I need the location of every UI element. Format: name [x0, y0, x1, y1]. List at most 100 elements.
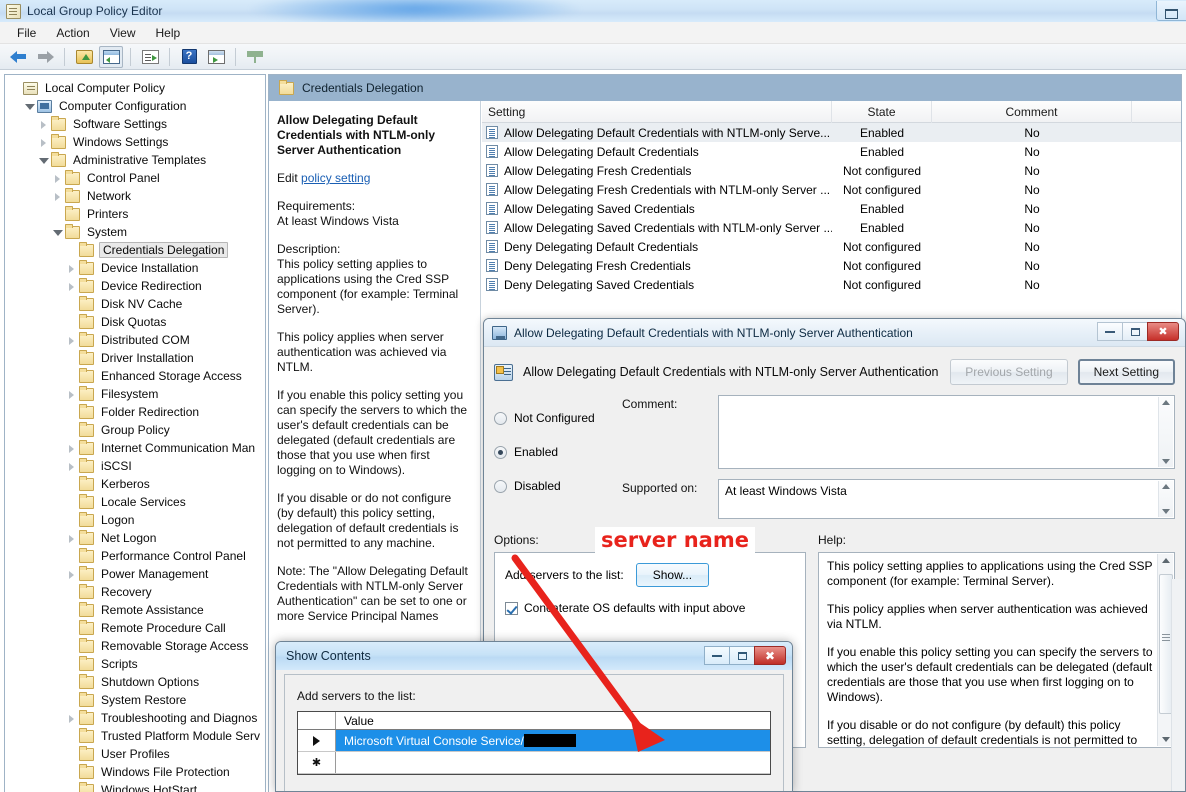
window-restore-button[interactable]	[1156, 1, 1186, 21]
menu-view[interactable]: View	[101, 24, 145, 42]
menu-file[interactable]: File	[8, 24, 45, 42]
table-row[interactable]: Allow Delegating Saved Credentials Enable…	[482, 199, 1181, 218]
minimize-button[interactable]	[1097, 322, 1123, 341]
radio-not-configured[interactable]: Not Configured	[494, 401, 622, 435]
up-folder-icon[interactable]	[72, 46, 96, 68]
tree-item-windows-file-protection[interactable]: Windows File Protection	[5, 763, 265, 781]
filter-icon[interactable]	[243, 46, 267, 68]
table-row[interactable]: Allow Delegating Default Credentials Enab…	[482, 142, 1181, 161]
tree-item-driver-installation[interactable]: Driver Installation	[5, 349, 265, 367]
tree-item-disk-nv-cache[interactable]: Disk NV Cache	[5, 295, 265, 313]
export-list-icon[interactable]	[138, 46, 162, 68]
tree-item-kerberos[interactable]: Kerberos	[5, 475, 265, 493]
tree-item-administrative-templates[interactable]: Administrative Templates	[5, 151, 265, 169]
row-selector[interactable]	[298, 730, 336, 751]
tree-item-system[interactable]: System	[5, 223, 265, 241]
edit-policy-setting-link[interactable]: policy setting	[301, 171, 370, 185]
expand-triangle-icon[interactable]	[37, 118, 50, 131]
tree-item-filesystem[interactable]: Filesystem	[5, 385, 265, 403]
new-row-input[interactable]	[336, 752, 770, 773]
expand-triangle-icon[interactable]	[65, 262, 78, 275]
table-row[interactable]: Deny Delegating Default Credentials Not c…	[482, 237, 1181, 256]
menu-action[interactable]: Action	[47, 24, 98, 42]
comment-input[interactable]	[718, 395, 1175, 469]
tree-item-software-settings[interactable]: Software Settings	[5, 115, 265, 133]
tree-item-computer-configuration[interactable]: Computer Configuration	[5, 97, 265, 115]
tree-item-trusted-platform-module-serv[interactable]: Trusted Platform Module Serv	[5, 727, 265, 745]
table-row[interactable]: Deny Delegating Fresh Credentials Not con…	[482, 256, 1181, 275]
tree-item-folder-redirection[interactable]: Folder Redirection	[5, 403, 265, 421]
tree-item-net-logon[interactable]: Net Logon	[5, 529, 265, 547]
tree-item-locale-services[interactable]: Locale Services	[5, 493, 265, 511]
column-header-value[interactable]: Value	[336, 712, 770, 729]
tree-item-scripts[interactable]: Scripts	[5, 655, 265, 673]
tree-item-internet-communication-man[interactable]: Internet Communication Man	[5, 439, 265, 457]
help-box[interactable]: This policy setting applies to applicati…	[818, 552, 1175, 748]
table-row[interactable]: Deny Delegating Saved Credentials Not con…	[482, 275, 1181, 294]
table-row[interactable]: Allow Delegating Fresh Credentials with …	[482, 180, 1181, 199]
maximize-button[interactable]	[729, 646, 755, 665]
tree-item-removable-storage-access[interactable]: Removable Storage Access	[5, 637, 265, 655]
collapse-triangle-icon[interactable]	[51, 226, 64, 239]
tree-item-windows-settings[interactable]: Windows Settings	[5, 133, 265, 151]
table-row[interactable]: Microsoft Virtual Console Service/	[298, 730, 770, 752]
tree-item-group-policy[interactable]: Group Policy	[5, 421, 265, 439]
console-tree-pane[interactable]: Local Computer Policy Computer Configurat…	[4, 74, 266, 792]
expand-triangle-icon[interactable]	[51, 190, 64, 203]
tree-item-distributed-com[interactable]: Distributed COM	[5, 331, 265, 349]
table-row[interactable]: Allow Delegating Default Credentials wit…	[482, 123, 1181, 142]
tree-item-windows-hotstart[interactable]: Windows HotStart	[5, 781, 265, 792]
menu-help[interactable]: Help	[147, 24, 190, 42]
forward-arrow-icon[interactable]	[33, 46, 57, 68]
tree-item-system-restore[interactable]: System Restore	[5, 691, 265, 709]
expand-triangle-icon[interactable]	[65, 442, 78, 455]
expand-triangle-icon[interactable]	[37, 136, 50, 149]
supported-on-scrollbar[interactable]	[1158, 481, 1173, 517]
concatenate-checkbox[interactable]	[505, 601, 518, 615]
expand-triangle-icon[interactable]	[65, 460, 78, 473]
back-arrow-icon[interactable]	[6, 46, 30, 68]
collapse-triangle-icon[interactable]	[23, 100, 36, 113]
column-header-state[interactable]: State	[832, 100, 932, 123]
maximize-button[interactable]	[1122, 322, 1148, 341]
tree-item-remote-procedure-call[interactable]: Remote Procedure Call	[5, 619, 265, 637]
tree-item-disk-quotas[interactable]: Disk Quotas	[5, 313, 265, 331]
server-value-cell[interactable]: Microsoft Virtual Console Service/	[336, 730, 770, 751]
show-button[interactable]: Show...	[635, 563, 710, 587]
close-button[interactable]: ✖	[1147, 322, 1179, 341]
tree-item-control-panel[interactable]: Control Panel	[5, 169, 265, 187]
expand-triangle-icon[interactable]	[65, 388, 78, 401]
tree-item-shutdown-options[interactable]: Shutdown Options	[5, 673, 265, 691]
tree-item-recovery[interactable]: Recovery	[5, 583, 265, 601]
expand-triangle-icon[interactable]	[65, 712, 78, 725]
tree-item-logon[interactable]: Logon	[5, 511, 265, 529]
tree-item-credentials-delegation[interactable]: Credentials Delegation	[5, 241, 265, 259]
tree-item-user-profiles[interactable]: User Profiles	[5, 745, 265, 763]
table-row[interactable]: Allow Delegating Fresh Credentials Not co…	[482, 161, 1181, 180]
tree-item-iscsi[interactable]: iSCSI	[5, 457, 265, 475]
table-row[interactable]: Allow Delegating Saved Credentials with …	[482, 218, 1181, 237]
previous-setting-button[interactable]: Previous Setting	[950, 359, 1068, 385]
radio-enabled[interactable]: Enabled	[494, 435, 622, 469]
tree-item-printers[interactable]: Printers	[5, 205, 265, 223]
expand-triangle-icon[interactable]	[65, 334, 78, 347]
expand-triangle-icon[interactable]	[65, 532, 78, 545]
new-row-marker-icon[interactable]: ✱	[298, 752, 336, 773]
tree-item-local-computer-policy[interactable]: Local Computer Policy	[5, 79, 265, 97]
column-header-setting[interactable]: Setting	[482, 100, 832, 123]
minimize-button[interactable]	[704, 646, 730, 665]
tree-item-power-management[interactable]: Power Management	[5, 565, 265, 583]
radio-disabled[interactable]: Disabled	[494, 469, 622, 503]
help-icon[interactable]: ?	[177, 46, 201, 68]
collapse-triangle-icon[interactable]	[37, 154, 50, 167]
servers-grid[interactable]: Value Microsoft Virtual Console Service/…	[297, 711, 771, 775]
tree-item-device-redirection[interactable]: Device Redirection	[5, 277, 265, 295]
tree-item-device-installation[interactable]: Device Installation	[5, 259, 265, 277]
table-row[interactable]: ✱	[298, 752, 770, 774]
close-button[interactable]: ✖	[754, 646, 786, 665]
tree-item-troubleshooting-and-diagnos[interactable]: Troubleshooting and Diagnos	[5, 709, 265, 727]
tree-item-network[interactable]: Network	[5, 187, 265, 205]
expand-triangle-icon[interactable]	[51, 172, 64, 185]
concatenate-checkbox-row[interactable]: Concaterate OS defaults with input above	[505, 601, 795, 615]
show-console-tree-icon[interactable]	[99, 45, 123, 68]
